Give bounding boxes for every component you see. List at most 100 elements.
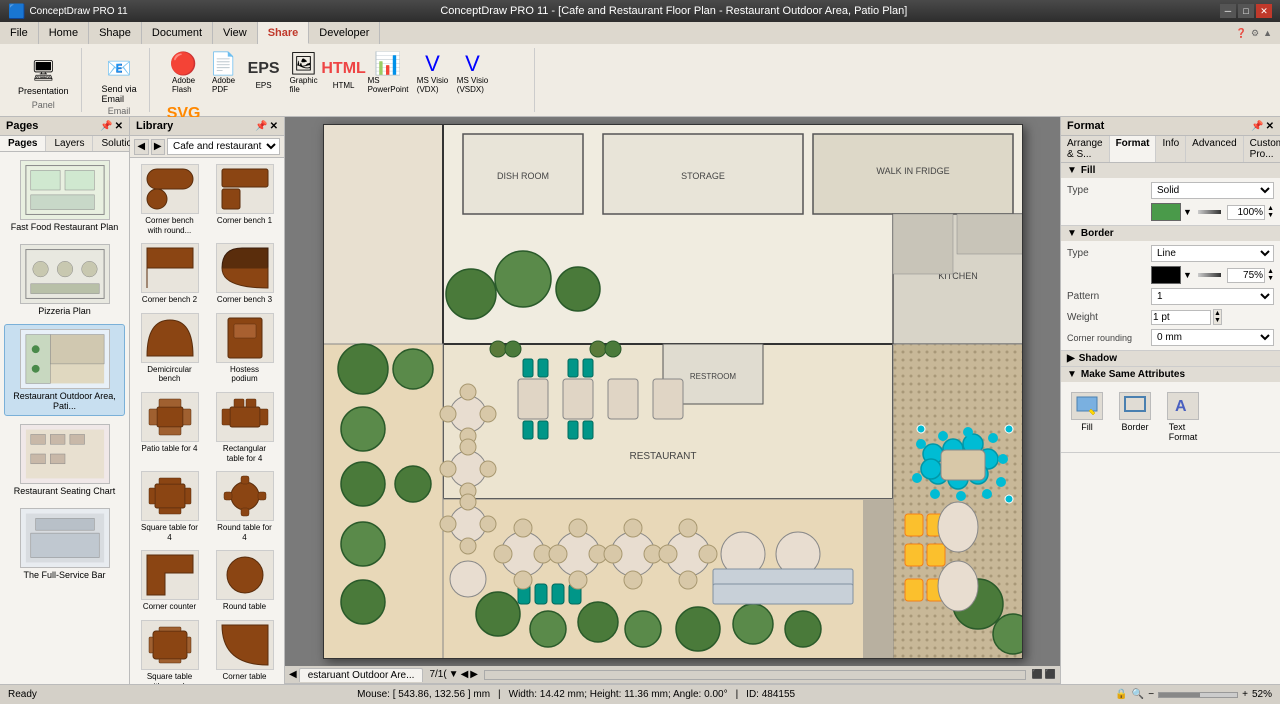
tab-document[interactable]: Document — [142, 22, 213, 44]
border-type-select[interactable]: Line — [1151, 245, 1274, 262]
lib-item-corner-bench-2[interactable]: Corner bench 2 — [134, 241, 205, 307]
pages-panel-pin-icon[interactable]: 📌 — [100, 121, 112, 132]
fill-opacity-slider[interactable] — [1198, 210, 1221, 214]
maximize-button[interactable]: □ — [1238, 4, 1254, 18]
zoom-slider[interactable] — [1158, 692, 1238, 698]
border-weight-input[interactable] — [1151, 310, 1211, 325]
lib-item-square-round-table[interactable]: Square tablewith round... — [134, 618, 205, 684]
page-nav-right[interactable]: ▶ — [470, 669, 478, 680]
tab-scroll-left[interactable]: ◀ — [289, 669, 297, 680]
page-item-3[interactable]: Restaurant Outdoor Area, Pati... — [4, 324, 125, 416]
minimize-button[interactable]: ─ — [1220, 4, 1236, 18]
page-item-5[interactable]: The Full-Service Bar — [4, 504, 125, 584]
graphic-file-button[interactable]: 🖼 Graphicfile — [286, 50, 322, 96]
shadow-section-header[interactable]: ▶ Shadow — [1061, 351, 1280, 366]
tab-share[interactable]: Share — [258, 22, 310, 44]
page-item-4[interactable]: Restaurant Seating Chart — [4, 420, 125, 500]
canvas-container[interactable]: DISH ROOM STORAGE WALK IN FRIDGE KITCHEN — [285, 117, 1060, 666]
border-weight-spinner[interactable]: ▲▼ — [1213, 309, 1222, 325]
layers-tab[interactable]: Layers — [46, 136, 93, 151]
border-opacity-input[interactable] — [1227, 268, 1265, 283]
fill-opacity-input[interactable] — [1227, 205, 1265, 220]
border-opacity-spinner[interactable]: ▲▼ — [1267, 268, 1274, 282]
make-same-section-header[interactable]: ▼ Make Same Attributes — [1061, 367, 1280, 382]
make-same-fill-button[interactable]: Fill — [1067, 390, 1107, 444]
lib-item-round-table-4[interactable]: Round table for4 — [209, 469, 280, 544]
lib-item-hostess-podium[interactable]: Hostesspodium — [209, 311, 280, 386]
format-tab-arrange[interactable]: Arrange & S... — [1061, 136, 1110, 162]
ms-visio-vsdx-button[interactable]: V MS Visio(VSDX) — [455, 50, 491, 96]
page-item-2[interactable]: Pizzeria Plan — [4, 240, 125, 320]
border-color-dropdown[interactable]: ▼ — [1183, 270, 1192, 280]
canvas-active-tab[interactable]: estaruant Outdoor Are... — [299, 668, 424, 682]
lib-item-corner-bench-1[interactable]: Corner bench 1 — [209, 162, 280, 237]
status-zoom-in[interactable]: + — [1242, 689, 1248, 700]
border-section-header[interactable]: ▼ Border — [1061, 226, 1280, 241]
lib-item-square-table-4[interactable]: Square table for4 — [134, 469, 205, 544]
library-prev-arrow[interactable]: ◀ — [134, 139, 149, 155]
scroll-area-icon[interactable]: ⬛ — [1032, 669, 1043, 680]
border-color-swatch[interactable] — [1151, 266, 1181, 284]
border-opacity-slider[interactable] — [1198, 273, 1221, 277]
lib-item-corner-table[interactable]: Corner table — [209, 618, 280, 684]
lib-item-round-table[interactable]: Round table — [209, 548, 280, 614]
eps-button[interactable]: EPS EPS — [246, 55, 282, 92]
tab-home[interactable]: Home — [39, 22, 89, 44]
border-section-body: Type Line ▼ ▲▼ — [1061, 241, 1280, 350]
make-same-text-button[interactable]: A TextFormat — [1163, 390, 1203, 444]
pages-panel-close-icon[interactable]: ✕ — [115, 121, 123, 132]
page-item-1[interactable]: Fast Food Restaurant Plan — [4, 156, 125, 236]
fill-color-dropdown[interactable]: ▼ — [1183, 207, 1192, 217]
fill-opacity-spinner[interactable]: ▲▼ — [1267, 205, 1274, 219]
library-close-icon[interactable]: ✕ — [270, 121, 278, 132]
tab-view[interactable]: View — [213, 22, 258, 44]
ribbon-help-icon[interactable]: ❓ — [1236, 28, 1247, 39]
library-next-arrow[interactable]: ▶ — [151, 139, 166, 155]
page-nav-down[interactable]: ▼ — [449, 669, 459, 680]
scroll-lock-icon[interactable]: ⬛ — [1045, 669, 1056, 680]
border-corner-select[interactable]: 0 mm — [1151, 329, 1274, 346]
status-ready: Ready — [8, 689, 37, 700]
fill-type-row: Type Solid — [1067, 182, 1274, 199]
lib-item-rect-table-4[interactable]: Rectangulartable for 4 — [209, 390, 280, 465]
border-pattern-select[interactable]: 1 — [1151, 288, 1274, 305]
adobe-flash-button[interactable]: 🔴 AdobeFlash — [166, 50, 202, 96]
lib-item-patio-table-4[interactable]: Patio table for 4 — [134, 390, 205, 465]
send-email-button[interactable]: 📧 Send viaEmail — [98, 50, 141, 106]
status-search-icon[interactable]: 🔍 — [1132, 689, 1144, 700]
lib-item-demicircular-bench[interactable]: Demicircularbench — [134, 311, 205, 386]
lib-item-corner-counter[interactable]: Corner counter — [134, 548, 205, 614]
status-zoom-out[interactable]: − — [1148, 689, 1154, 700]
format-panel-close-icon[interactable]: ✕ — [1266, 121, 1274, 132]
format-tab-format[interactable]: Format — [1110, 136, 1157, 162]
fill-color-swatch[interactable] — [1151, 203, 1181, 221]
close-button[interactable]: ✕ — [1256, 4, 1272, 18]
floor-plan-svg[interactable]: DISH ROOM STORAGE WALK IN FRIDGE KITCHEN — [323, 124, 1023, 659]
ribbon-settings-icon[interactable]: ⚙ — [1251, 28, 1259, 39]
pages-tab[interactable]: Pages — [0, 136, 46, 151]
lib-item-corner-bench-round[interactable]: Corner benchwith round... — [134, 162, 205, 237]
presentation-button[interactable]: 🖥 Presentation — [14, 52, 73, 98]
library-category-select[interactable]: Cafe and restaurant — [167, 138, 280, 155]
tab-developer[interactable]: Developer — [309, 22, 380, 44]
format-tab-info[interactable]: Info — [1156, 136, 1186, 162]
tab-shape[interactable]: Shape — [89, 22, 142, 44]
fill-type-select[interactable]: Solid — [1151, 182, 1274, 199]
library-header: Library 📌 ✕ — [130, 117, 284, 136]
ribbon-collapse-icon[interactable]: ▲ — [1263, 28, 1272, 38]
tab-file[interactable]: File — [0, 22, 39, 44]
make-same-border-button[interactable]: Border — [1115, 390, 1155, 444]
ms-visio-vdx-button[interactable]: V MS Visio(VDX) — [415, 50, 451, 96]
page-thumb-3 — [20, 329, 110, 389]
adobe-pdf-button[interactable]: 📄 AdobePDF — [206, 50, 242, 96]
library-pin-icon[interactable]: 📌 — [255, 121, 267, 132]
html-button[interactable]: HTML HTML — [326, 55, 362, 92]
ms-powerpoint-button[interactable]: 📊 MSPowerPoint — [366, 50, 411, 96]
lib-item-corner-bench-3[interactable]: Corner bench 3 — [209, 241, 280, 307]
format-tab-custom[interactable]: Custom Pro... — [1244, 136, 1280, 162]
pages-panel-header: Pages 📌 ✕ — [0, 117, 129, 136]
format-tab-advanced[interactable]: Advanced — [1186, 136, 1243, 162]
format-panel-pin-icon[interactable]: 📌 — [1251, 121, 1263, 132]
page-nav-left[interactable]: ◀ — [461, 669, 469, 680]
fill-section-header[interactable]: ▼ Fill — [1061, 163, 1280, 178]
